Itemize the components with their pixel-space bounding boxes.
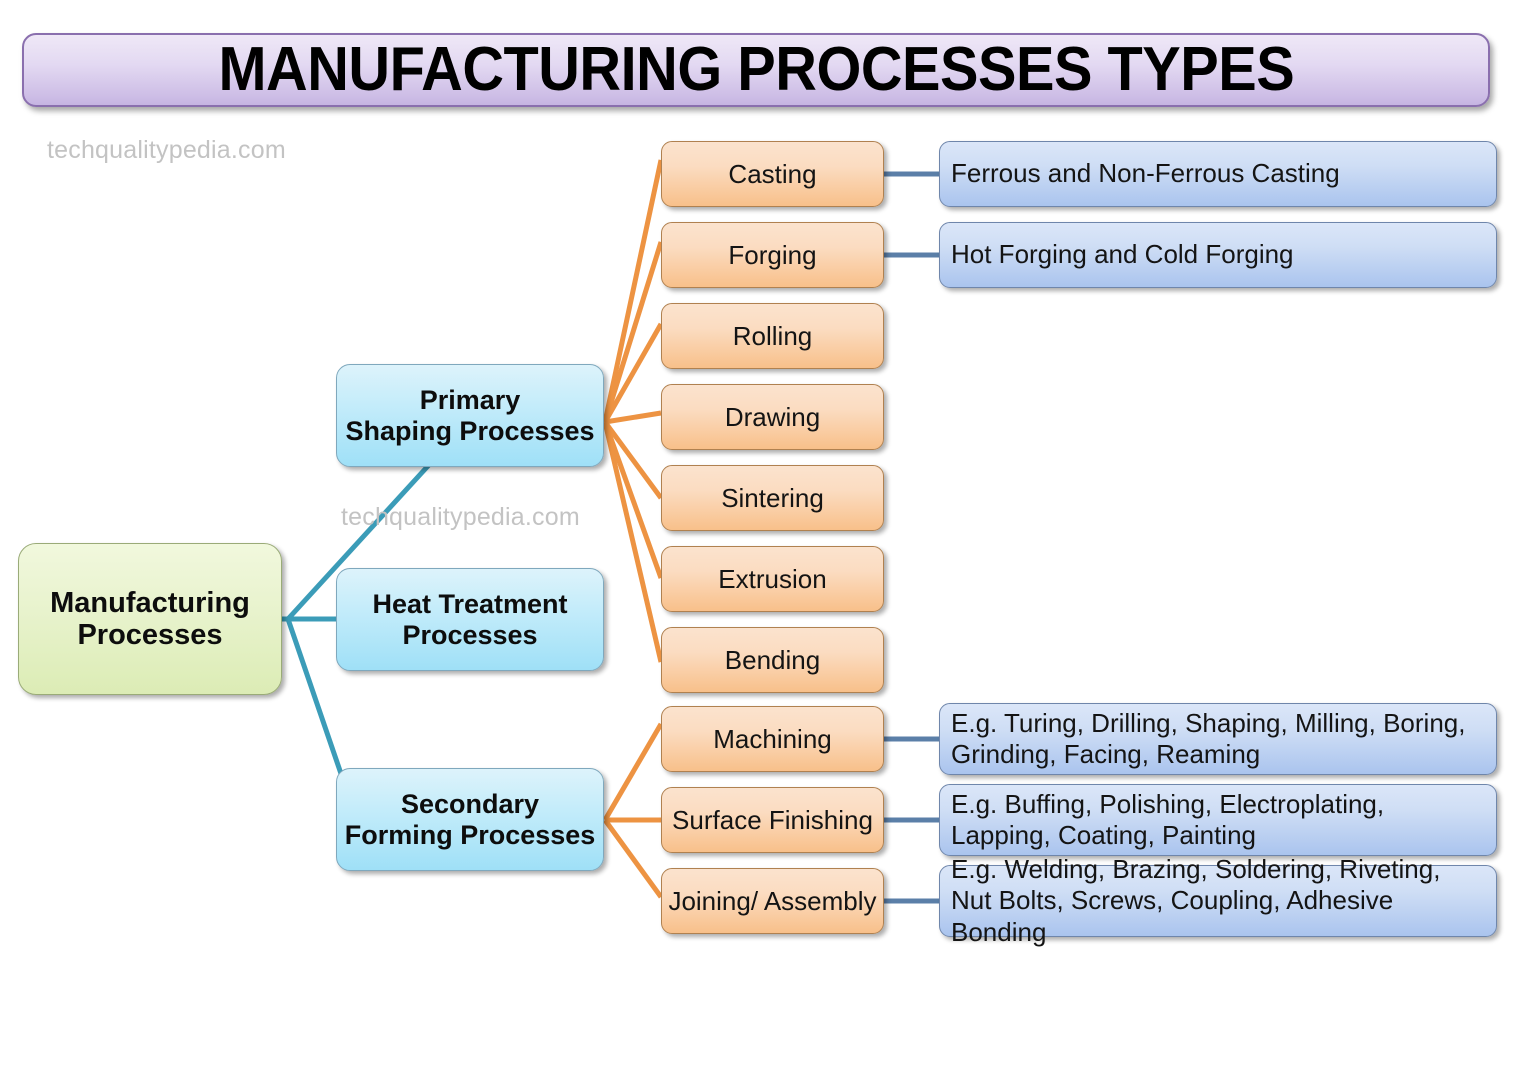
node-label: Forging bbox=[728, 239, 817, 270]
node-joining-assembly[interactable]: Joining/ Assembly bbox=[661, 868, 884, 934]
node-casting[interactable]: Casting bbox=[661, 141, 884, 207]
node-label: Joining/ Assembly bbox=[668, 885, 877, 916]
node-rolling[interactable]: Rolling bbox=[661, 303, 884, 369]
node-label: Surface Finishing bbox=[672, 804, 873, 835]
node-label: Casting bbox=[728, 158, 817, 189]
node-heat-treatment-processes[interactable]: Heat Treatment Processes bbox=[336, 568, 604, 671]
node-label: Heat Treatment Processes bbox=[372, 588, 568, 650]
connector-primary-extrusion bbox=[602, 421, 664, 579]
connector-primary-sintering bbox=[602, 420, 664, 500]
node-forging[interactable]: Forging bbox=[661, 222, 884, 288]
node-forging-detail[interactable]: Hot Forging and Cold Forging bbox=[939, 222, 1497, 288]
node-label: Ferrous and Non-Ferrous Casting bbox=[951, 158, 1340, 189]
node-label: E.g. Turing, Drilling, Shaping, Milling,… bbox=[951, 707, 1466, 769]
node-label: Secondary Forming Processes bbox=[344, 788, 596, 850]
node-label: Hot Forging and Cold Forging bbox=[951, 239, 1294, 270]
node-bending[interactable]: Bending bbox=[661, 627, 884, 693]
node-label: Machining bbox=[713, 723, 832, 754]
node-surface-finishing-detail[interactable]: E.g. Buffing, Polishing, Electroplating,… bbox=[939, 784, 1497, 856]
page-title: MANUFACTURING PROCESSES TYPES bbox=[218, 35, 1294, 104]
node-drawing[interactable]: Drawing bbox=[661, 384, 884, 450]
connector-primary-casting bbox=[602, 159, 664, 423]
node-label: Rolling bbox=[732, 320, 813, 351]
diagram-canvas: MANUFACTURING PROCESSES TYPES techqualit… bbox=[0, 0, 1518, 1075]
title-banner: MANUFACTURING PROCESSES TYPES bbox=[22, 33, 1490, 107]
node-machining[interactable]: Machining bbox=[661, 706, 884, 772]
node-machining-detail[interactable]: E.g. Turing, Drilling, Shaping, Milling,… bbox=[939, 703, 1497, 775]
node-primary-shaping-processes[interactable]: Primary Shaping Processes bbox=[336, 364, 604, 467]
node-label: E.g. Welding, Brazing, Soldering, Riveti… bbox=[951, 853, 1441, 947]
node-label: Sintering bbox=[721, 482, 824, 513]
watermark-center: techqualitypedia.com bbox=[341, 503, 580, 531]
connector-secondary-machining bbox=[602, 722, 664, 822]
connector-primary-drawing bbox=[604, 410, 662, 425]
node-secondary-forming-processes[interactable]: Secondary Forming Processes bbox=[336, 768, 604, 871]
node-label: E.g. Buffing, Polishing, Electroplating,… bbox=[951, 788, 1385, 850]
node-label: Drawing bbox=[724, 401, 821, 432]
node-label: Manufacturing Processes bbox=[50, 586, 250, 651]
node-extrusion[interactable]: Extrusion bbox=[661, 546, 884, 612]
node-label: Bending bbox=[724, 644, 821, 675]
node-label: Extrusion bbox=[718, 563, 827, 594]
connector-primary-rolling bbox=[602, 322, 664, 424]
watermark-top-left: techqualitypedia.com bbox=[47, 136, 286, 164]
connector-primary-bending bbox=[602, 421, 664, 663]
node-casting-detail[interactable]: Ferrous and Non-Ferrous Casting bbox=[939, 141, 1497, 207]
connector-secondary-joining bbox=[602, 818, 664, 899]
node-label: Primary Shaping Processes bbox=[345, 384, 595, 446]
node-surface-finishing[interactable]: Surface Finishing bbox=[661, 787, 884, 853]
connector-primary-forging bbox=[602, 241, 664, 423]
node-joining-assembly-detail[interactable]: E.g. Welding, Brazing, Soldering, Riveti… bbox=[939, 854, 1497, 947]
node-sintering[interactable]: Sintering bbox=[661, 465, 884, 531]
node-manufacturing-processes[interactable]: Manufacturing Processes bbox=[18, 543, 282, 695]
